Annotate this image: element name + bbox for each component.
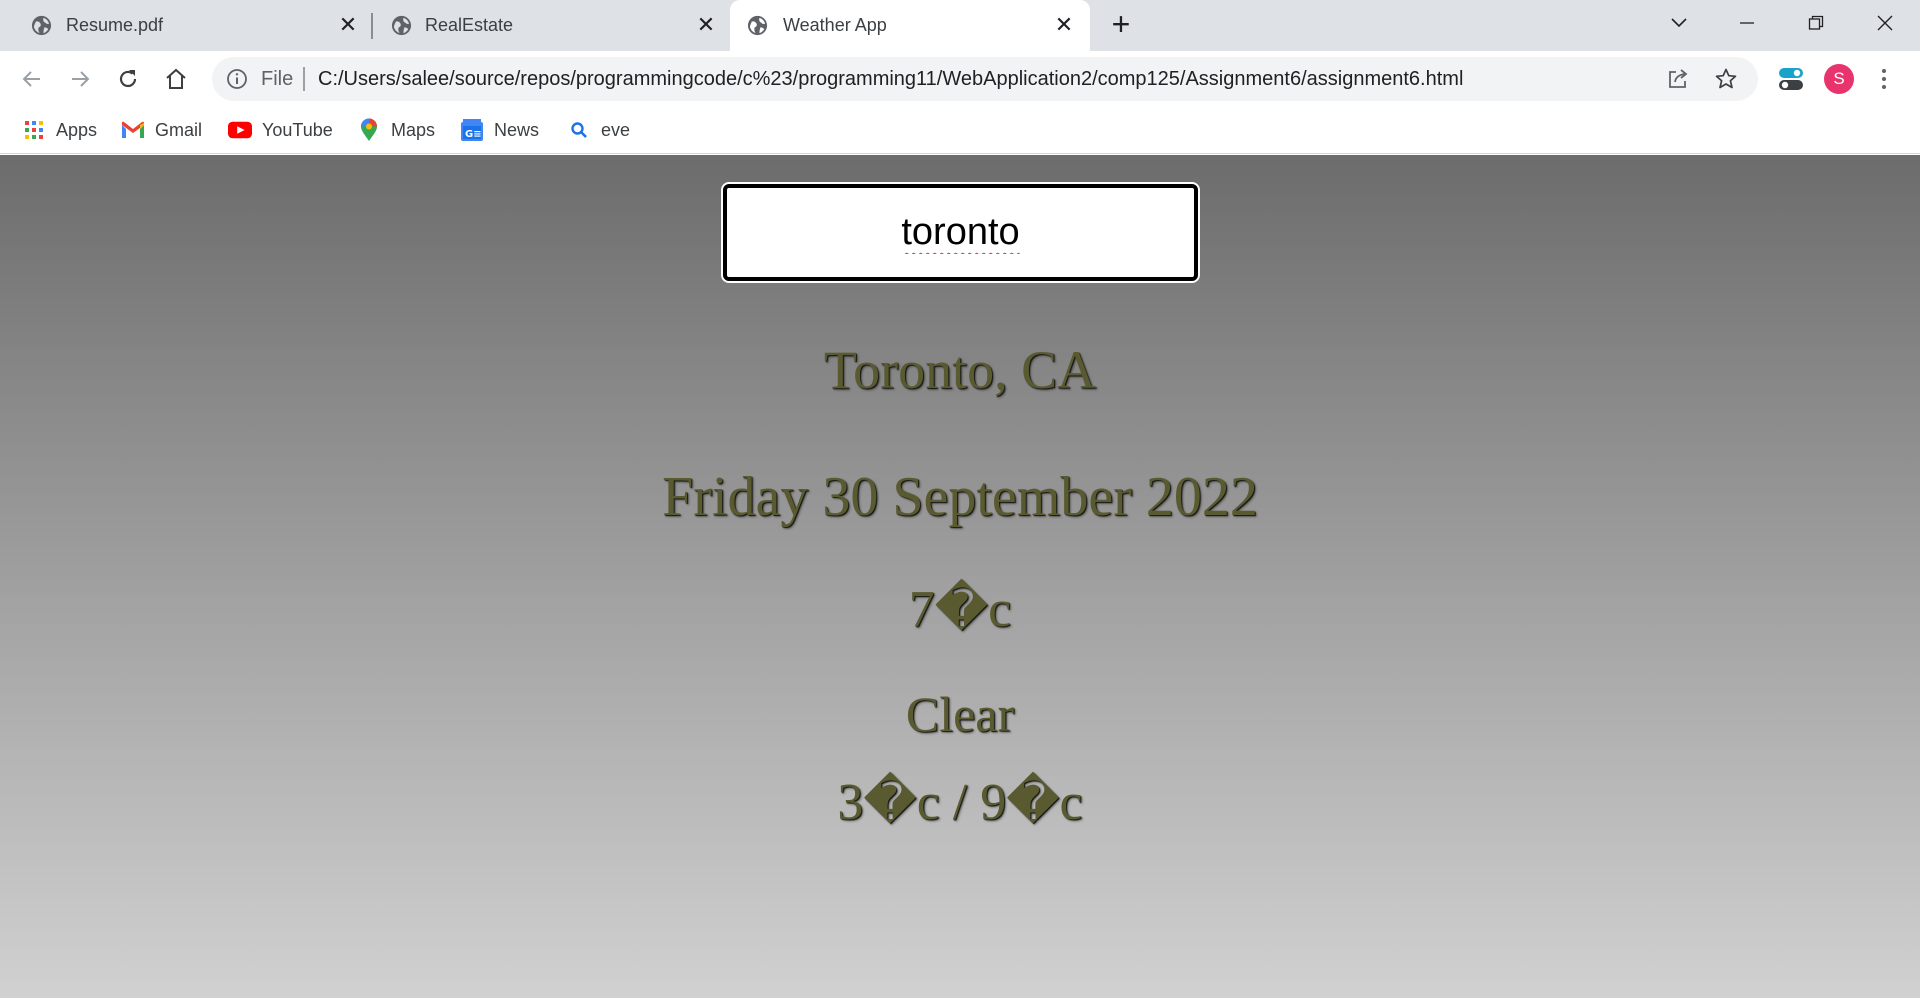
- bookmark-youtube[interactable]: YouTube: [228, 116, 333, 144]
- tab-title: RealEstate: [425, 15, 514, 35]
- forward-button[interactable]: [64, 63, 96, 95]
- tab-search-chevron-icon[interactable]: [1659, 8, 1699, 38]
- date-text: Friday 30 September 2022: [662, 466, 1258, 528]
- reload-icon: [119, 70, 137, 88]
- tab-separator: [371, 13, 373, 39]
- tab-title: Weather App: [783, 15, 887, 35]
- svg-text:G≡: G≡: [465, 129, 482, 140]
- close-icon[interactable]: ✕: [1051, 12, 1077, 38]
- bookmarks-bar: Apps Gmail YouTube Maps G≡ News eve: [0, 107, 1920, 154]
- search-icon: [567, 118, 591, 142]
- globe-icon: [747, 15, 768, 36]
- youtube-icon: [228, 118, 252, 142]
- bookmark-news[interactable]: G≡ News: [460, 116, 539, 144]
- bookmark-label: News: [494, 119, 540, 140]
- location-heading: Toronto, CA: [823, 340, 1097, 400]
- bookmark-gmail[interactable]: Gmail: [121, 116, 202, 144]
- weather-app-page: Toronto, CA Friday 30 September 2022 7�c…: [0, 155, 1920, 998]
- restore-button[interactable]: [1796, 8, 1836, 38]
- bookmark-label: Gmail: [155, 119, 203, 140]
- bookmark-maps[interactable]: Maps: [357, 116, 435, 144]
- divider: [303, 67, 305, 91]
- profile-avatar[interactable]: S: [1824, 64, 1854, 94]
- browser-toolbar: File C:/Users/salee/source/repos/program…: [0, 51, 1920, 107]
- bookmark-label: eve: [601, 119, 631, 140]
- city-search-box[interactable]: [723, 184, 1198, 281]
- back-button[interactable]: [16, 63, 48, 95]
- tab-title: Resume.pdf: [66, 15, 164, 35]
- close-icon[interactable]: ✕: [693, 12, 719, 38]
- bookmark-star-icon[interactable]: [1714, 67, 1738, 91]
- new-tab-button[interactable]: +: [1106, 8, 1136, 40]
- tab-weather-app[interactable]: Weather App ✕: [730, 0, 1090, 51]
- info-icon[interactable]: [226, 68, 248, 90]
- bookmark-apps[interactable]: Apps: [22, 116, 97, 144]
- minimize-button[interactable]: [1727, 8, 1767, 38]
- current-temperature: 7�c: [908, 581, 1012, 638]
- home-button[interactable]: [160, 63, 192, 95]
- reload-button[interactable]: [112, 63, 144, 95]
- menu-kebab-icon[interactable]: [1874, 65, 1894, 93]
- scheme-label: File: [261, 68, 294, 90]
- address-bar[interactable]: File C:/Users/salee/source/repos/program…: [212, 57, 1758, 101]
- tab-resume[interactable]: Resume.pdf ✕: [0, 0, 368, 51]
- bookmark-label: Maps: [391, 119, 436, 140]
- bookmark-eve[interactable]: eve: [567, 116, 630, 144]
- globe-icon: [31, 15, 52, 36]
- tab-realestate[interactable]: RealEstate ✕: [374, 0, 730, 51]
- bookmark-label: Apps: [56, 119, 98, 140]
- weather-condition: Clear: [905, 686, 1015, 742]
- bookmark-label: YouTube: [262, 119, 333, 140]
- close-icon[interactable]: ✕: [335, 12, 361, 38]
- extension-toggle-icon[interactable]: [1778, 66, 1804, 92]
- arrow-left-icon: [22, 71, 40, 87]
- arrow-right-icon: [72, 71, 90, 87]
- globe-icon: [391, 15, 412, 36]
- home-icon: [166, 68, 186, 89]
- share-icon[interactable]: [1666, 67, 1690, 91]
- maps-icon: [357, 118, 381, 142]
- news-icon: G≡: [460, 118, 484, 142]
- url-text[interactable]: C:/Users/salee/source/repos/programmingc…: [318, 68, 1463, 91]
- tab-strip: Resume.pdf ✕ RealEstate ✕ Weather App ✕ …: [0, 0, 1920, 51]
- apps-grid-icon: [22, 118, 46, 142]
- gmail-icon: [121, 118, 145, 142]
- low-high-temperature: 3�c / 9�c: [837, 774, 1083, 831]
- city-search-input[interactable]: [727, 188, 1194, 277]
- close-window-button[interactable]: [1865, 8, 1905, 38]
